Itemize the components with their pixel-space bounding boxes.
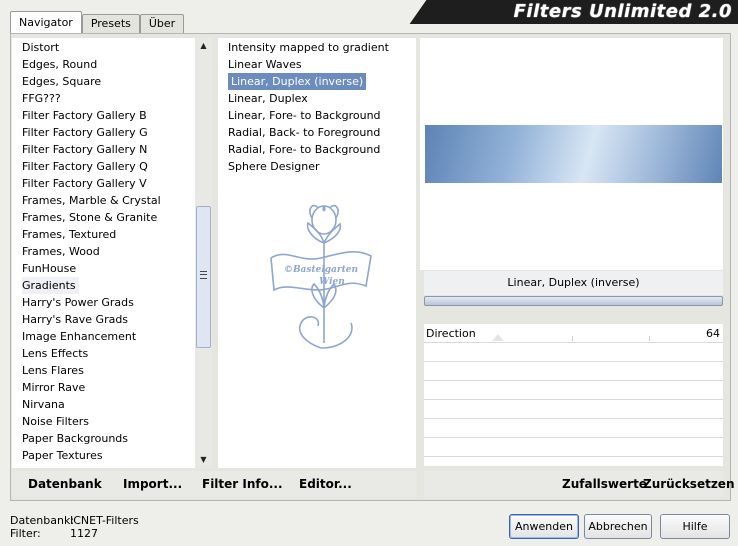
status-database: Datenbank: ICNET-Filters xyxy=(10,514,139,527)
filter-info-button[interactable]: Filter Info... xyxy=(202,477,283,491)
param-row-empty xyxy=(424,419,723,438)
category-item[interactable]: Frames, Wood xyxy=(22,243,100,260)
param-tick xyxy=(572,336,573,341)
category-item[interactable]: Filter Factory Gallery Q xyxy=(22,158,148,175)
tab-uber[interactable]: Über xyxy=(139,14,185,33)
cancel-button[interactable]: Abbrechen xyxy=(584,514,652,539)
category-item[interactable]: Filter Factory Gallery N xyxy=(22,141,147,158)
scroll-down-arrow-icon[interactable]: ▼ xyxy=(195,452,212,468)
selected-filter-name: Linear, Duplex (inverse) xyxy=(424,271,723,295)
status-db-value: ICNET-Filters xyxy=(70,514,139,527)
gradient-preview xyxy=(425,125,722,183)
title-banner: Filters Unlimited 2.0 xyxy=(430,0,738,24)
banner-title: Filters Unlimited 2.0 xyxy=(513,1,732,22)
watermark-text-line2: Wien xyxy=(319,277,345,287)
category-item[interactable]: FFG??? xyxy=(22,90,61,107)
status-filter: Filter: 1127 xyxy=(10,527,98,540)
category-item[interactable]: Edges, Square xyxy=(22,73,101,90)
category-item[interactable]: Paper Textures xyxy=(22,447,103,464)
filter-list[interactable]: ©Bastelgarten Wien Intensity mapped to g… xyxy=(218,38,416,468)
category-item[interactable]: Lens Effects xyxy=(22,345,88,362)
filter-item[interactable]: Linear Waves xyxy=(228,56,302,73)
filter-item[interactable]: Linear, Duplex xyxy=(228,90,308,107)
filter-item[interactable]: Linear, Fore- to Background xyxy=(228,107,381,124)
category-item[interactable]: Lens Flares xyxy=(22,362,84,379)
category-item[interactable]: Image Enhancement xyxy=(22,328,136,345)
category-item[interactable]: Harry's Rave Grads xyxy=(22,311,128,328)
param-row-empty xyxy=(424,400,723,419)
category-item[interactable]: Distort xyxy=(22,39,59,56)
category-item[interactable]: Harry's Power Grads xyxy=(22,294,134,311)
category-item[interactable]: Frames, Stone & Granite xyxy=(22,209,157,226)
status-filter-label: Filter: xyxy=(10,527,41,540)
scroll-up-arrow-icon[interactable]: ▲ xyxy=(195,38,212,54)
param-row-direction[interactable]: Direction 64 xyxy=(424,324,723,343)
category-list[interactable]: Distort Edges, Round Edges, Square FFG??? Fi… xyxy=(12,38,195,468)
category-item[interactable]: Mirror Rave xyxy=(22,379,85,396)
tab-presets[interactable]: Presets xyxy=(81,14,140,33)
reset-button[interactable]: Zurücksetzen xyxy=(643,477,734,491)
param-value: 64 xyxy=(706,327,720,340)
category-item[interactable]: Frames, Marble & Crystal xyxy=(22,192,161,209)
category-item[interactable]: FunHouse xyxy=(22,260,76,277)
filter-item[interactable]: Radial, Back- to Foreground xyxy=(228,124,380,141)
tab-strip: Navigator Presets Über xyxy=(10,11,185,33)
randomize-button[interactable]: Zufallswerte xyxy=(562,477,647,491)
scrollbar-thumb[interactable] xyxy=(196,206,211,348)
category-item[interactable]: Nirvana xyxy=(22,396,65,413)
filter-item[interactable]: Radial, Fore- to Background xyxy=(228,141,380,158)
apply-button[interactable]: Anwenden xyxy=(509,514,579,539)
database-button[interactable]: Datenbank xyxy=(28,477,102,491)
category-item[interactable]: Filter Factory Gallery V xyxy=(22,175,147,192)
category-item[interactable]: Filter Factory Gallery B xyxy=(22,107,147,124)
help-button[interactable]: Hilfe xyxy=(660,514,730,539)
tab-navigator[interactable]: Navigator xyxy=(10,11,82,33)
param-tick xyxy=(649,336,650,341)
preview-panel xyxy=(420,38,723,270)
param-label: Direction xyxy=(426,327,476,340)
category-item[interactable]: Paper Backgrounds xyxy=(22,430,128,447)
param-slider-marker-icon[interactable] xyxy=(492,334,504,341)
param-row-empty xyxy=(424,362,723,381)
category-item[interactable]: Frames, Textured xyxy=(22,226,116,243)
import-button[interactable]: Import... xyxy=(123,477,182,491)
preview-slider[interactable] xyxy=(424,296,723,306)
parameter-list: Direction 64 xyxy=(424,324,723,466)
editor-button[interactable]: Editor... xyxy=(299,477,352,491)
param-row-empty xyxy=(424,438,723,457)
param-row-empty xyxy=(424,343,723,362)
watermark-logo: ©Bastelgarten Wien xyxy=(270,204,372,349)
status-filter-value: 1127 xyxy=(70,527,98,540)
category-item[interactable]: Noise Filters xyxy=(22,413,89,430)
param-row-empty xyxy=(424,381,723,400)
filter-item[interactable]: Linear, Duplex (inverse) xyxy=(228,73,367,90)
category-item[interactable]: Edges, Round xyxy=(22,56,97,73)
category-scrollbar[interactable]: ▲ ▼ xyxy=(195,38,212,468)
filter-item[interactable]: Intensity mapped to gradient xyxy=(228,39,389,56)
grip-icon xyxy=(200,271,207,279)
category-item[interactable]: Gradients xyxy=(22,277,79,294)
category-item[interactable]: Filter Factory Gallery G xyxy=(22,124,148,141)
category-item[interactable]: Pattern Generators xyxy=(22,464,127,468)
filter-item[interactable]: Sphere Designer xyxy=(228,158,320,175)
status-db-label: Datenbank: xyxy=(10,514,75,527)
watermark-text-line1: ©Bastelgarten xyxy=(284,265,358,275)
